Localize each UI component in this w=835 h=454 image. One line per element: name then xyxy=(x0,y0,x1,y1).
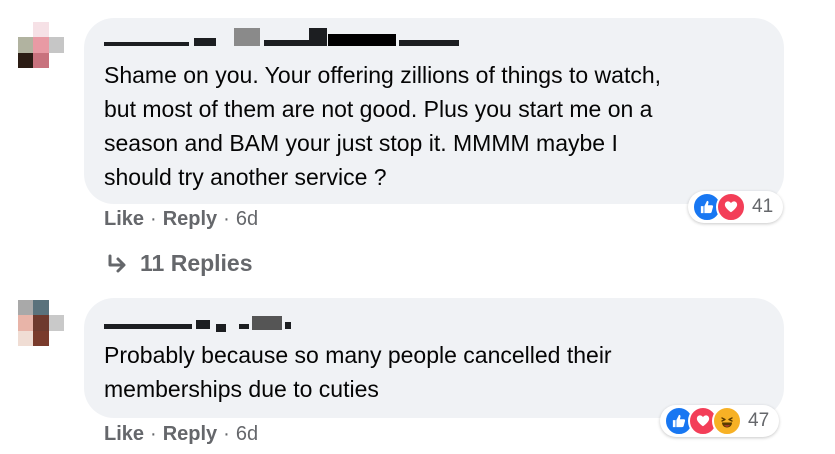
comment-text-line: but most of them are not good. Plus you … xyxy=(104,96,653,122)
separator: · xyxy=(150,423,157,445)
comment-timestamp[interactable]: 6d xyxy=(236,208,258,230)
reply-button[interactable]: Reply xyxy=(163,208,217,230)
comment-text-line: memberships due to cuties xyxy=(104,376,379,402)
comment-text-line: Shame on you. Your offering zillions of … xyxy=(104,62,662,88)
comment-text-line: season and BAM your just stop it. MMMM m… xyxy=(104,130,618,156)
love-icon xyxy=(716,192,746,222)
reaction-count: 41 xyxy=(752,196,774,217)
reply-button[interactable]: Reply xyxy=(163,423,217,445)
comment-actions: Like · Reply · 6d xyxy=(104,423,258,446)
comment-actions: Like · Reply · 6d xyxy=(104,208,258,231)
reaction-count: 47 xyxy=(748,410,770,431)
author-name-redacted[interactable] xyxy=(104,314,294,332)
comment-text: Probably because so many people cancelle… xyxy=(104,338,612,406)
separator: · xyxy=(223,423,230,445)
reactions-summary[interactable]: 47 xyxy=(660,405,780,437)
comment-timestamp[interactable]: 6d xyxy=(236,423,258,445)
avatar[interactable] xyxy=(18,300,64,346)
like-button[interactable]: Like xyxy=(104,423,144,445)
haha-icon xyxy=(712,406,742,436)
avatar[interactable] xyxy=(18,22,64,68)
separator: · xyxy=(150,208,157,230)
like-button[interactable]: Like xyxy=(104,208,144,230)
reactions-summary[interactable]: 41 xyxy=(688,191,784,223)
replies-label: 11 Replies xyxy=(140,250,253,276)
view-replies-link[interactable]: 11 Replies xyxy=(106,250,253,277)
comment-text: Shame on you. Your offering zillions of … xyxy=(104,58,661,194)
reply-arrow-icon xyxy=(108,254,126,272)
separator: · xyxy=(223,208,230,230)
author-name-redacted[interactable] xyxy=(104,28,464,46)
comment-text-line: should try another service ? xyxy=(104,164,387,190)
comment-text-line: Probably because so many people cancelle… xyxy=(104,342,612,368)
